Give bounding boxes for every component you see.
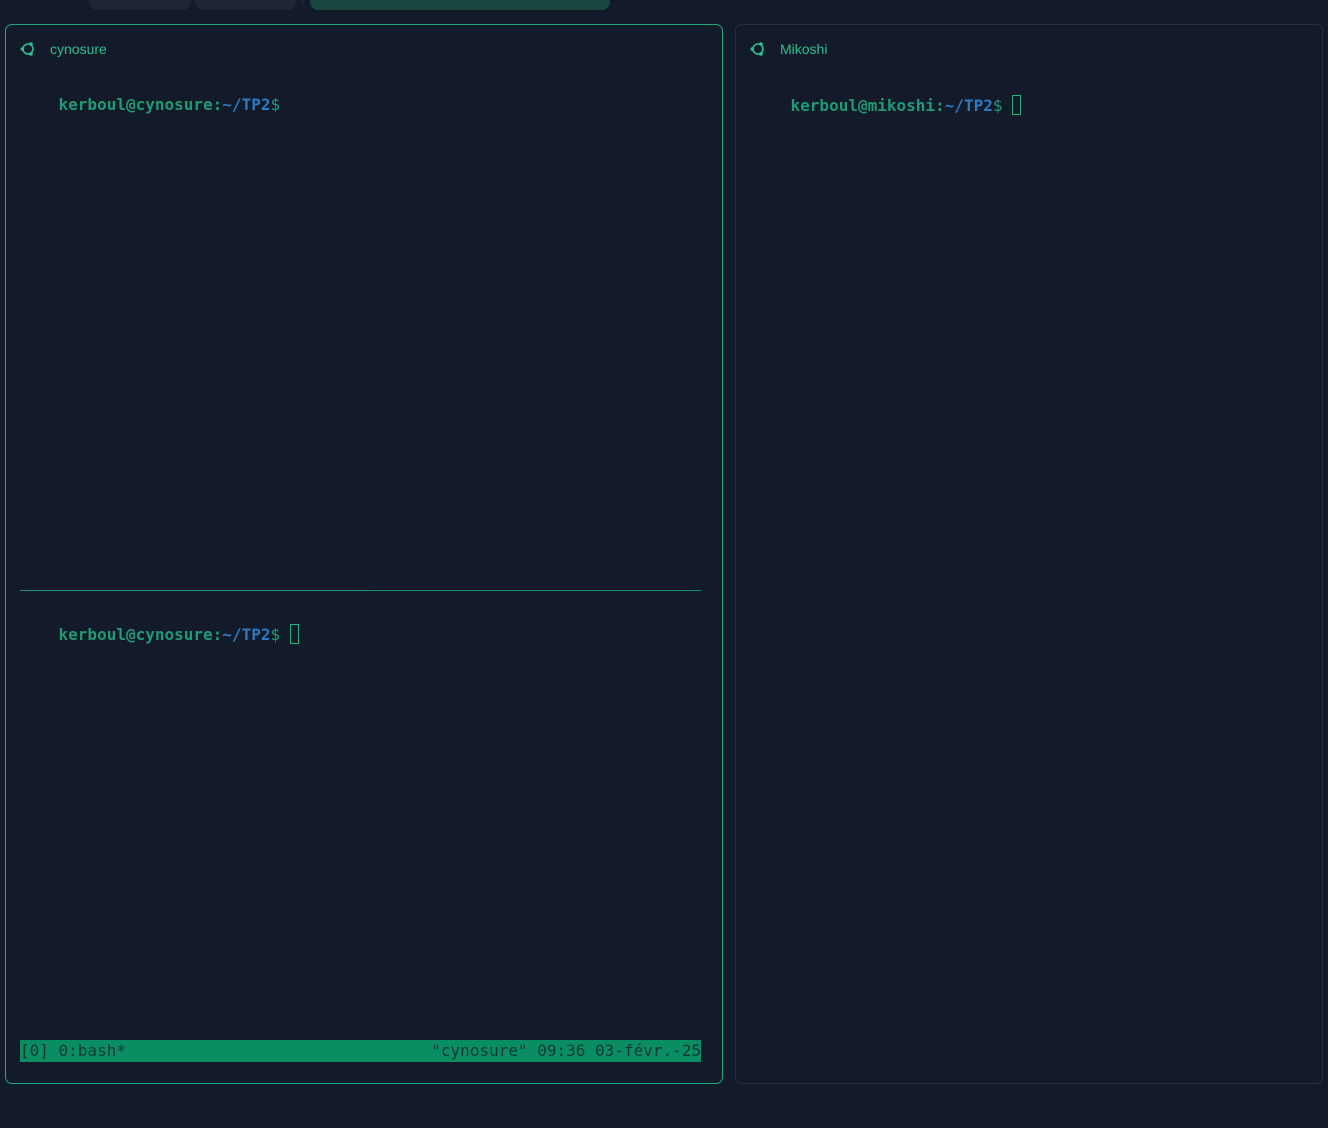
- terminal-cursor: [290, 624, 300, 644]
- prompt-dollar: $: [270, 625, 281, 644]
- terminal-pane-cynosure[interactable]: cynosure kerboul@cynosure:~/TP2$ kerboul…: [5, 24, 723, 1084]
- pane-title: Mikoshi: [780, 41, 828, 57]
- prompt-colon: :: [212, 95, 223, 114]
- terminal-cursor: [1012, 95, 1022, 115]
- tab-1[interactable]: [89, 0, 191, 10]
- tmux-status-bar: [0] 0:bash* "cynosure" 09:36 03-févr.-25: [20, 1040, 701, 1062]
- pane-title: cynosure: [50, 41, 107, 57]
- pane-header: Mikoshi: [750, 40, 827, 58]
- prompt-user-host: kerboul@cynosure: [58, 625, 213, 644]
- shell-prompt[interactable]: kerboul@cynosure:~/TP2$: [20, 604, 300, 665]
- ubuntu-icon: [750, 42, 764, 56]
- tab-separator: [302, 0, 303, 4]
- tab-bar: [0, 0, 1328, 14]
- prompt-user-host: kerboul@mikoshi: [790, 96, 936, 115]
- pane-split-divider[interactable]: [20, 590, 701, 591]
- prompt-user-host: kerboul@cynosure: [58, 95, 213, 114]
- prompt-colon: :: [212, 625, 223, 644]
- prompt-path: ~/TP2: [222, 625, 271, 644]
- ubuntu-icon: [20, 42, 34, 56]
- prompt-path: ~/TP2: [222, 95, 271, 114]
- prompt-dollar: $: [992, 96, 1003, 115]
- status-right: "cynosure" 09:36 03-févr.-25: [431, 1041, 701, 1060]
- tab-2[interactable]: [195, 0, 296, 10]
- terminal-pane-mikoshi[interactable]: Mikoshi kerboul@mikoshi:~/TP2$: [735, 24, 1323, 1084]
- shell-prompt: kerboul@cynosure:~/TP2$: [20, 75, 281, 135]
- prompt-colon: :: [935, 96, 945, 115]
- pane-header: cynosure: [20, 40, 107, 58]
- prompt-dollar: $: [270, 95, 281, 114]
- tab-active[interactable]: [310, 0, 610, 10]
- status-left: [0] 0:bash*: [20, 1041, 126, 1060]
- shell-prompt[interactable]: kerboul@mikoshi:~/TP2$: [752, 75, 1022, 136]
- prompt-path: ~/TP2: [944, 96, 993, 115]
